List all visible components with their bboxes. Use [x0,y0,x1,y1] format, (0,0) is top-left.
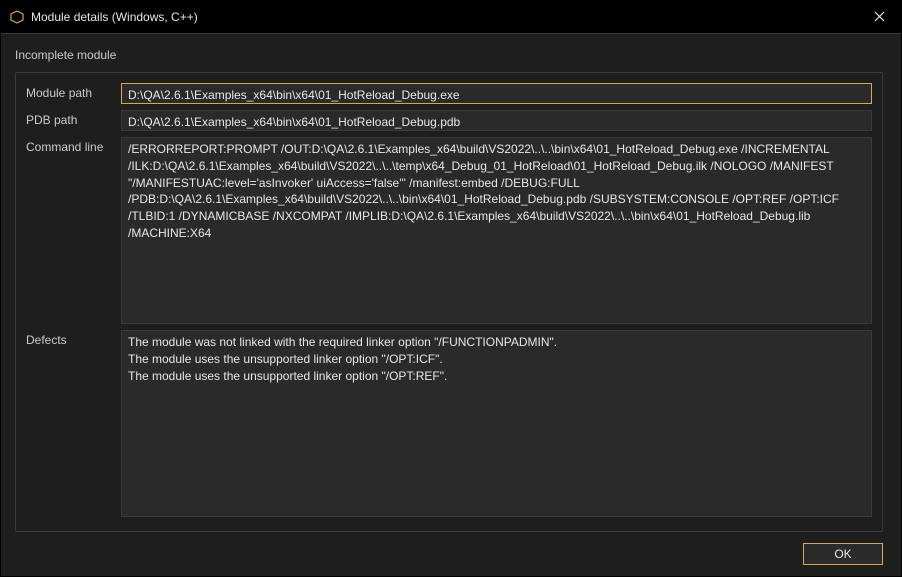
content-area: Incomplete module Module path D:\QA\2.6.… [1,34,901,532]
row-module-path: Module path D:\QA\2.6.1\Examples_x64\bin… [26,83,872,104]
row-defects: Defects The module was not linked with t… [26,330,872,517]
window-title: Module details (Windows, C++) [31,10,857,24]
row-command-line: Command line /ERRORREPORT:PROMPT /OUT:D:… [26,137,872,324]
module-details-window: Module details (Windows, C++) Incomplete… [0,0,902,577]
field-command-line[interactable]: /ERRORREPORT:PROMPT /OUT:D:\QA\2.6.1\Exa… [121,137,872,324]
label-command-line: Command line [26,137,121,324]
ok-button[interactable]: OK [803,543,883,565]
field-pdb-path[interactable]: D:\QA\2.6.1\Examples_x64\bin\x64\01_HotR… [121,110,872,131]
field-module-path[interactable]: D:\QA\2.6.1\Examples_x64\bin\x64\01_HotR… [121,83,872,104]
row-pdb-path: PDB path D:\QA\2.6.1\Examples_x64\bin\x6… [26,110,872,131]
field-defects[interactable]: The module was not linked with the requi… [121,330,872,517]
footer: OK [1,532,901,576]
app-icon [9,9,25,25]
close-button[interactable] [857,1,901,34]
form-panel: Module path D:\QA\2.6.1\Examples_x64\bin… [15,72,883,532]
section-title: Incomplete module [15,48,883,62]
titlebar[interactable]: Module details (Windows, C++) [1,1,901,34]
label-module-path: Module path [26,83,121,104]
label-defects: Defects [26,330,121,517]
label-pdb-path: PDB path [26,110,121,131]
close-icon [874,10,885,25]
